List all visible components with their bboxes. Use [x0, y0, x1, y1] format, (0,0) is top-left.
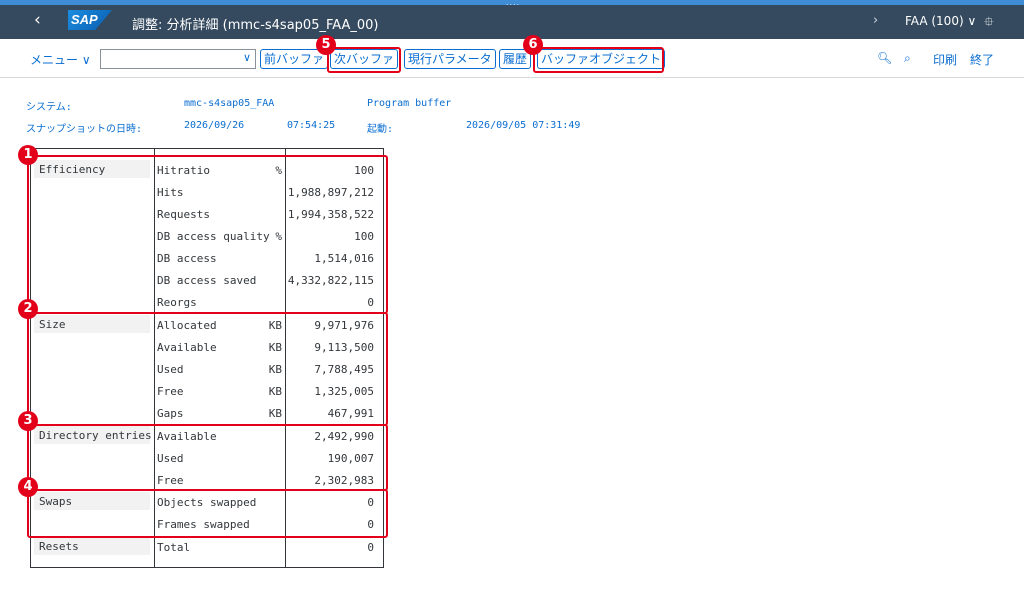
snapshot-date: 2026/09/26: [184, 120, 245, 131]
badge-1: 1: [18, 145, 38, 165]
current-parameters-button[interactable]: 現行パラメータ: [404, 49, 496, 69]
back-icon[interactable]: ‹: [34, 10, 41, 30]
metric-value: 0: [367, 541, 374, 554]
system-label: システム:: [26, 102, 72, 113]
startup-value: 2026/09/05 07:31:49: [466, 120, 581, 131]
group-label-resets: Resets: [39, 540, 79, 553]
highlight-size: [27, 312, 388, 426]
highlight-directory: [27, 424, 388, 491]
print-button[interactable]: 印刷: [933, 51, 957, 68]
snapshot-label: スナップショットの日時:: [26, 124, 143, 135]
badge-6: 6: [523, 35, 543, 55]
metric-name: Total: [157, 541, 191, 554]
toolbar: メニュー ∨ ∨ 前バッファ 次バッファ 現行パラメータ 履歴 バッファオブジェ…: [0, 39, 1024, 78]
badge-4: 4: [18, 477, 38, 497]
previous-buffer-button[interactable]: 前バッファ: [260, 49, 329, 69]
pin-icon[interactable]: ⯐: [984, 13, 994, 35]
exit-button[interactable]: 終了: [970, 51, 994, 68]
snapshot-time: 07:54:25: [287, 120, 336, 131]
system-value: mmc-s4sap05_FAA: [184, 98, 275, 109]
highlight-buffer-objects: [533, 47, 664, 73]
client-selector[interactable]: FAA (100) ∨: [905, 14, 976, 28]
search-icon[interactable]: 🔍︎: [877, 51, 892, 65]
chevron-down-icon[interactable]: ∨: [243, 51, 251, 64]
menu-button[interactable]: メニュー ∨: [30, 51, 91, 68]
highlight-swaps: [27, 489, 388, 538]
highlight-efficiency: [27, 155, 388, 314]
chevron-right-icon[interactable]: ›: [873, 13, 878, 28]
badge-3: 3: [18, 411, 38, 431]
highlight-next-buffer: [327, 47, 401, 73]
sap-logo: SAP: [68, 10, 112, 30]
shell-bar: ‹ SAP 調整: 分析詳細 (mmc-s4sap05_FAA_00) › FA…: [0, 5, 1024, 39]
table-top-border: [30, 148, 383, 149]
badge-2: 2: [18, 299, 38, 319]
startup-label: 起動:: [367, 124, 394, 135]
buffer-name: Program buffer: [367, 98, 452, 109]
badge-5: 5: [316, 35, 336, 55]
command-field[interactable]: ∨: [100, 49, 256, 69]
table-bottom-border: [30, 567, 383, 568]
page-title: 調整: 分析詳細 (mmc-s4sap05_FAA_00): [132, 18, 379, 33]
search-next-icon[interactable]: ⌕: [904, 51, 911, 66]
